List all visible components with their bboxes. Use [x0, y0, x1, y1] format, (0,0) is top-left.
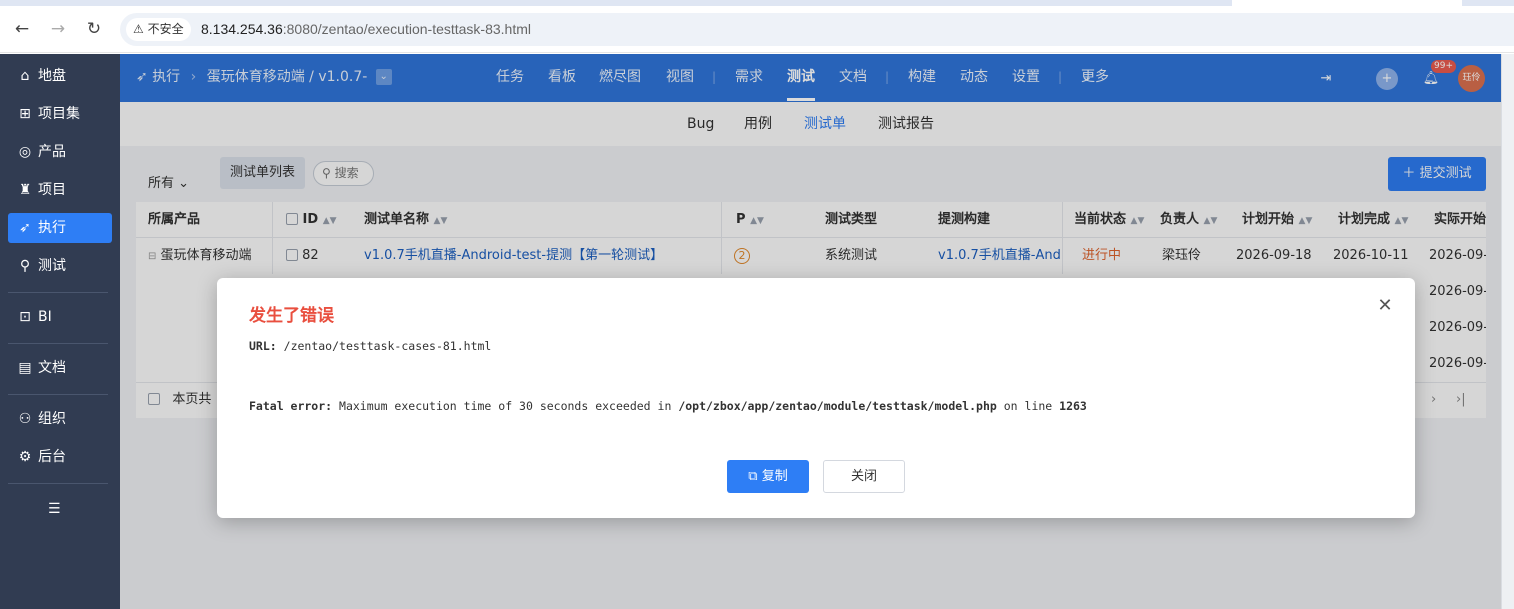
sidebar-item-label: 测试 [38, 258, 66, 274]
error-text: Maximum execution time of 30 seconds exc… [339, 399, 672, 413]
warning-icon: ⚠ [133, 22, 144, 36]
sidebar-item-label: 地盘 [38, 68, 66, 84]
sidebar-item-label: BI [38, 309, 52, 325]
error-label: Fatal error: [249, 399, 333, 413]
rocket-icon: ♜ [18, 182, 32, 198]
sidebar-item-doc[interactable]: ▤ 文档 [8, 353, 112, 383]
sidebar-item-label: 产品 [38, 144, 66, 160]
copy-button[interactable]: ⧉ 复制 [727, 460, 809, 493]
close-icon[interactable]: ✕ [1375, 296, 1395, 316]
collapse-menu-button[interactable]: ☰ [8, 494, 112, 524]
bulb-icon: ◎ [18, 144, 32, 160]
sidebar-item-label: 文档 [38, 360, 66, 376]
security-label: 不安全 [147, 22, 184, 36]
collapse-menu-icon: ☰ [48, 501, 61, 517]
reload-icon[interactable]: ↻ [83, 18, 105, 40]
error-on: on line [1003, 399, 1053, 413]
home-icon: ⌂ [20, 68, 30, 84]
sidebar-divider [8, 292, 108, 293]
sidebar-divider [8, 394, 108, 395]
sidebar-item-org[interactable]: ⚇ 组织 [8, 404, 112, 434]
error-message-line: Fatal error: Maximum execution time of 3… [249, 399, 1087, 413]
error-dialog: 发生了错误 ✕ URL: /zentao/testtask-cases-81.h… [217, 278, 1415, 518]
sidebar-item-label: 执行 [38, 220, 66, 236]
sidebar-divider [8, 483, 108, 484]
url-label: URL: [249, 339, 277, 353]
error-url-line: URL: /zentao/testtask-cases-81.html [249, 339, 491, 353]
grid-icon: ⊞ [19, 106, 31, 122]
sidebar-item-label: 项目 [38, 182, 66, 198]
close-button[interactable]: 关闭 [823, 460, 905, 493]
copy-label: 复制 [761, 469, 788, 484]
sidebar-item-test[interactable]: ⚲ 测试 [8, 251, 112, 281]
sidebar: ⌂ 地盘 ⊞ 项目集 ◎ 产品 ♜ 项目 ➶ 执行 ⚲ 测试 ⊡ BI ▤ 文档 ⚇ 组织 ⚙ 后台… [0, 54, 120, 609]
modal-backdrop-top [120, 54, 1501, 102]
doc-icon: ▤ [18, 360, 32, 376]
address-bar[interactable]: ⚠ 不安全 8.134.254.36:8080/zentao/execution… [120, 13, 1514, 46]
browser-toolbar: ← → ↻ ⚠ 不安全 8.134.254.36:8080/zentao/exe… [0, 0, 1514, 53]
back-arrow-icon[interactable]: ← [11, 18, 33, 40]
sidebar-item-execution[interactable]: ➶ 执行 [8, 213, 112, 243]
url-value: /zentao/testtask-cases-81.html [283, 339, 492, 353]
gear-icon: ⚙ [18, 449, 32, 465]
error-line-number: 1263 [1059, 399, 1087, 413]
sidebar-item-home[interactable]: ⌂ 地盘 [8, 61, 112, 91]
magnifier-icon: ⚲ [19, 258, 31, 274]
sidebar-item-product[interactable]: ◎ 产品 [8, 137, 112, 167]
forward-arrow-icon[interactable]: → [47, 18, 69, 40]
dialog-title: 发生了错误 [249, 306, 334, 326]
sidebar-divider [8, 343, 108, 344]
security-badge[interactable]: ⚠ 不安全 [126, 18, 191, 41]
people-icon: ⚇ [18, 411, 32, 427]
sidebar-item-label: 后台 [38, 449, 66, 465]
sidebar-item-label: 组织 [38, 411, 66, 427]
chart-icon: ⊡ [19, 309, 31, 325]
tab-strip [0, 0, 1514, 6]
scrollbar[interactable] [1501, 54, 1514, 609]
url-text[interactable]: 8.134.254.36:8080/zentao/execution-testt… [201, 13, 531, 46]
url-host: 8.134.254.36 [201, 21, 283, 37]
sidebar-item-admin[interactable]: ⚙ 后台 [8, 442, 112, 472]
sidebar-item-label: 项目集 [38, 106, 80, 122]
url-path: :8080/zentao/execution-testtask-83.html [282, 21, 532, 37]
copy-icon: ⧉ [748, 469, 758, 484]
sidebar-item-project[interactable]: ♜ 项目 [8, 175, 112, 205]
sidebar-item-programs[interactable]: ⊞ 项目集 [8, 99, 112, 129]
execution-icon: ➶ [19, 220, 31, 236]
sidebar-item-bi[interactable]: ⊡ BI [8, 302, 112, 332]
error-path: /opt/zbox/app/zentao/module/testtask/mod… [678, 399, 997, 413]
